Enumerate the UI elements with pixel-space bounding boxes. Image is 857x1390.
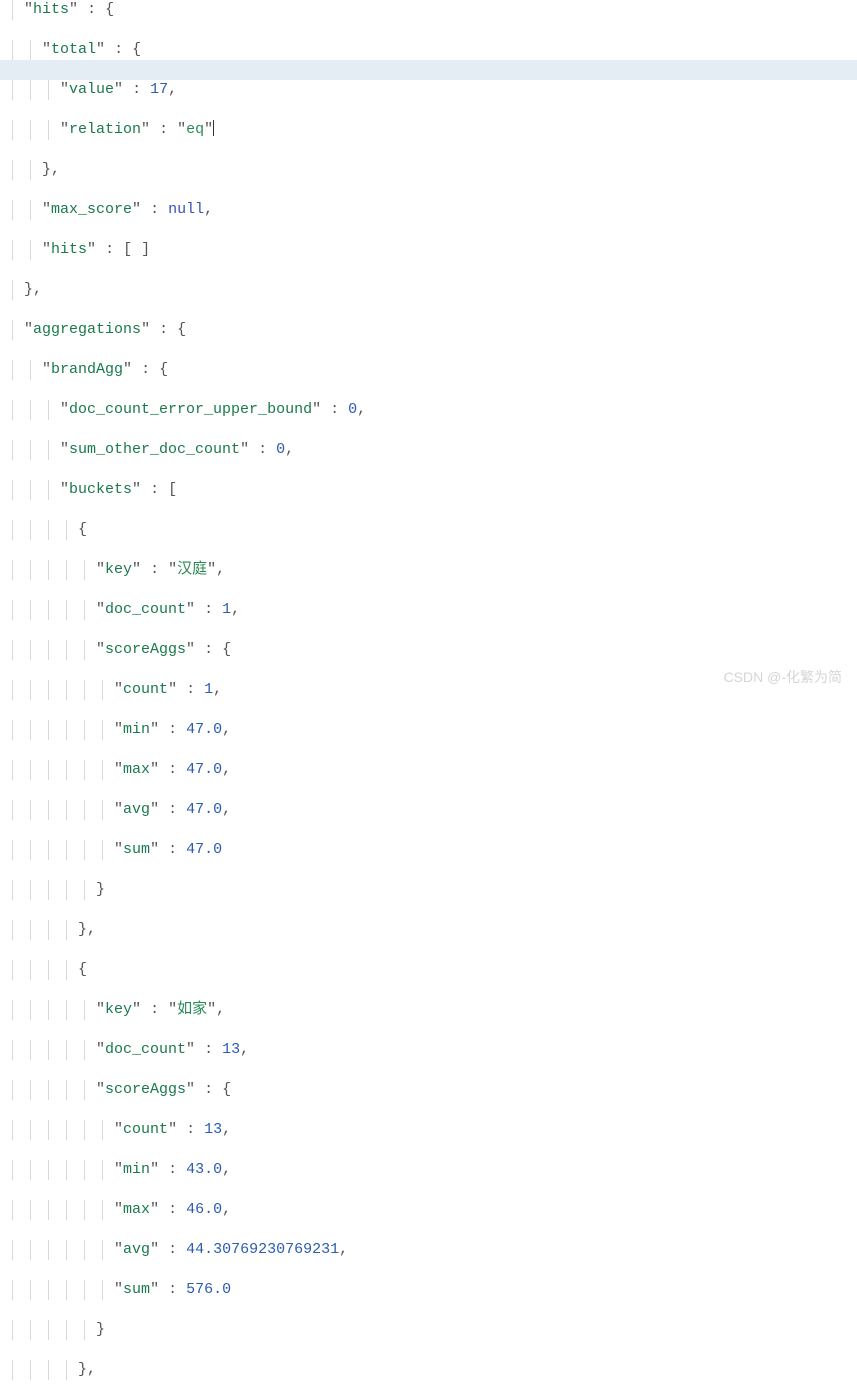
code-line: "key" : "汉庭", (6, 560, 851, 580)
code-line: "sum" : 576.0 (6, 1280, 851, 1300)
code-line: "count" : 13, (6, 1120, 851, 1140)
code-line: "avg" : 44.30769230769231, (6, 1240, 851, 1260)
code-line: "doc_count" : 1, (6, 600, 851, 620)
code-line: "sum" : 47.0 (6, 840, 851, 860)
code-line: "sum_other_doc_count" : 0, (6, 440, 851, 460)
code-line: "avg" : 47.0, (6, 800, 851, 820)
code-line: "doc_count" : 13, (6, 1040, 851, 1060)
code-line: } (6, 1320, 851, 1340)
code-line: }, (6, 1360, 851, 1380)
code-line: }, (6, 160, 851, 180)
code-line: { (6, 960, 851, 980)
code-line: "min" : 47.0, (6, 720, 851, 740)
code-line: "scoreAggs" : { (6, 1080, 851, 1100)
code-line: "scoreAggs" : { (6, 640, 851, 660)
code-line: "buckets" : [ (6, 480, 851, 500)
code-line: "relation" : "eq" (6, 120, 851, 140)
code-line: "value" : 17, (6, 80, 851, 100)
code-line: "doc_count_error_upper_bound" : 0, (6, 400, 851, 420)
code-line: { (6, 520, 851, 540)
code-line: "max" : 47.0, (6, 760, 851, 780)
code-line: "total" : { (6, 40, 851, 60)
code-line: }, (6, 280, 851, 300)
code-line: } (6, 880, 851, 900)
text-cursor (213, 120, 214, 136)
watermark-text: CSDN @-化繁为简 (724, 667, 842, 687)
code-line: "brandAgg" : { (6, 360, 851, 380)
code-line: "aggregations" : { (6, 320, 851, 340)
code-block: "hits" : { "total" : { "value" : 17, "re… (0, 0, 857, 1390)
code-line: "min" : 43.0, (6, 1160, 851, 1180)
code-line: "hits" : [ ] (6, 240, 851, 260)
code-line: "max" : 46.0, (6, 1200, 851, 1220)
code-line: "hits" : { (6, 0, 851, 20)
code-line: }, (6, 920, 851, 940)
code-line: "key" : "如家", (6, 1000, 851, 1020)
code-line: "max_score" : null, (6, 200, 851, 220)
